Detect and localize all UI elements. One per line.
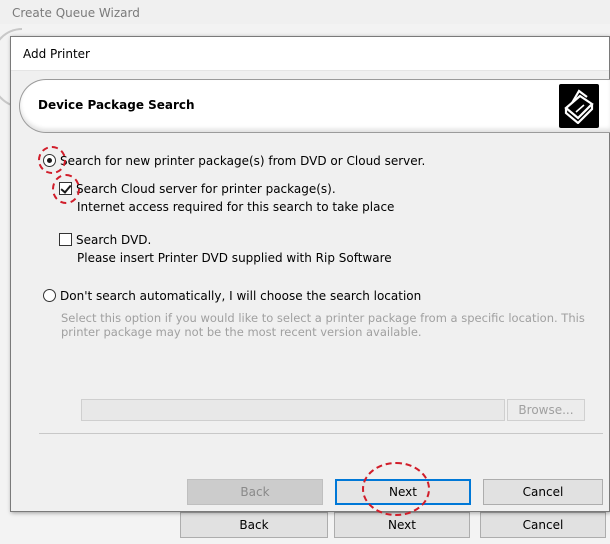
manual-search-radio[interactable] bbox=[43, 289, 56, 302]
outer-next-button[interactable]: Next bbox=[334, 512, 470, 538]
search-dvd-option[interactable]: Search DVD. bbox=[59, 233, 151, 247]
search-location-input[interactable] bbox=[81, 399, 505, 421]
search-cloud-label: Search Cloud server for printer package(… bbox=[76, 182, 336, 196]
manual-search-description-line1: Select this option if you would like to … bbox=[61, 311, 585, 325]
banner-title: Device Package Search bbox=[38, 98, 195, 112]
divider bbox=[39, 433, 603, 434]
wizard-banner: Device Package Search bbox=[19, 79, 610, 133]
search-new-radio[interactable] bbox=[43, 154, 56, 167]
search-dvd-note: Please insert Printer DVD supplied with … bbox=[77, 251, 392, 265]
search-new-label: Search for new printer package(s) from D… bbox=[60, 154, 426, 168]
search-cloud-option[interactable]: Search Cloud server for printer package(… bbox=[59, 182, 336, 196]
browse-button[interactable]: Browse... bbox=[507, 399, 585, 421]
printer-icon bbox=[559, 84, 599, 128]
search-dvd-label: Search DVD. bbox=[76, 233, 152, 247]
cancel-button[interactable]: Cancel bbox=[483, 479, 603, 505]
outer-back-button[interactable]: Back bbox=[180, 512, 328, 538]
manual-search-option[interactable]: Don't search automatically, I will choos… bbox=[43, 289, 421, 303]
outer-window-title: Create Queue Wizard bbox=[12, 6, 140, 20]
search-dvd-checkbox[interactable] bbox=[59, 233, 72, 246]
dialog-title: Add Printer bbox=[23, 47, 90, 61]
search-cloud-note: Internet access required for this search… bbox=[77, 200, 395, 214]
dialog-titlebar: Add Printer bbox=[11, 37, 609, 71]
search-new-option[interactable]: Search for new printer package(s) from D… bbox=[43, 154, 425, 168]
manual-search-description-line2: printer package may not be the most rece… bbox=[61, 325, 422, 339]
search-cloud-checkbox[interactable] bbox=[59, 182, 72, 195]
add-printer-dialog: Add Printer Device Package Search Search… bbox=[10, 36, 610, 512]
back-button[interactable]: Back bbox=[187, 479, 323, 505]
manual-search-label: Don't search automatically, I will choos… bbox=[60, 289, 422, 303]
next-button[interactable]: Next bbox=[335, 479, 471, 505]
outer-cancel-button[interactable]: Cancel bbox=[480, 512, 606, 538]
